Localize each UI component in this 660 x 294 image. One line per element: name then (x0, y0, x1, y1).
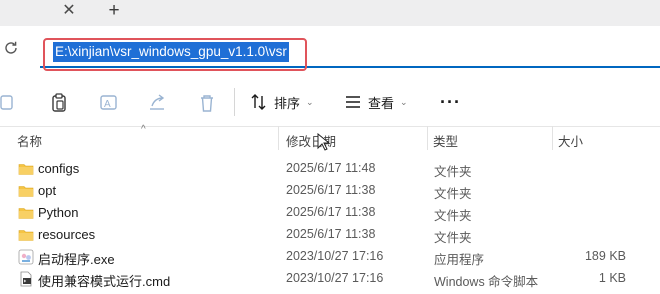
folder-icon (18, 227, 34, 243)
file-row[interactable]: 启动程序.exe 2023/10/27 17:16 应用程序 189 KB (0, 246, 660, 268)
file-type: 文件夹 (434, 187, 472, 201)
view-icon (346, 96, 360, 108)
file-row[interactable]: Python 2025/6/17 11:38 文件夹 (0, 202, 660, 224)
script-icon (18, 271, 34, 287)
header-divider[interactable] (278, 126, 279, 150)
sort-icon (251, 94, 266, 110)
share-icon[interactable] (146, 92, 168, 114)
header-type[interactable]: 类型 (433, 131, 458, 150)
close-icon[interactable]: ✕ (59, 1, 79, 21)
paste-icon[interactable] (48, 92, 70, 114)
folder-icon (18, 161, 34, 177)
mouse-cursor-icon (317, 133, 329, 151)
sort-button[interactable]: 排序 ⌄ (250, 90, 314, 114)
file-row[interactable]: resources 2025/6/17 11:38 文件夹 (0, 224, 660, 246)
file-type: 应用程序 (434, 253, 485, 267)
address-path-text[interactable]: E:\xinjian\vsr_windows_gpu_v1.1.0\vsr (53, 42, 289, 62)
refresh-icon[interactable] (2, 40, 20, 58)
file-date: 2025/6/17 11:38 (286, 183, 376, 197)
file-row[interactable]: 使用兼容模式运行.cmd 2023/10/27 17:16 Windows 命令脚本… (0, 268, 660, 290)
header-divider[interactable] (552, 126, 553, 150)
view-label: 查看 (368, 95, 395, 111)
file-date: 2025/6/17 11:48 (286, 161, 376, 175)
file-size: 189 KB (584, 249, 626, 263)
sort-caret-icon: ^ (141, 124, 146, 135)
app-icon (18, 249, 34, 265)
file-date: 2023/10/27 17:16 (286, 249, 384, 263)
tab-bar: ✕ + (0, 0, 660, 26)
copy-icon[interactable] (0, 92, 20, 114)
folder-icon (18, 205, 34, 221)
header-divider[interactable] (427, 126, 428, 150)
file-name[interactable]: resources (38, 227, 95, 242)
plus-icon[interactable]: + (104, 1, 124, 21)
file-row[interactable]: opt 2025/6/17 11:38 文件夹 (0, 180, 660, 202)
file-name[interactable]: configs (38, 161, 79, 176)
file-name[interactable]: 使用兼容模式运行.cmd (38, 271, 170, 290)
file-row[interactable]: configs 2025/6/17 11:48 文件夹 (0, 158, 660, 180)
header-name[interactable]: 名称 (17, 131, 42, 150)
sort-label: 排序 (274, 95, 301, 111)
file-name[interactable]: 启动程序.exe (38, 249, 115, 268)
header-size[interactable]: 大小 (558, 131, 583, 150)
more-icon[interactable]: ··· (440, 90, 461, 114)
file-date: 2025/6/17 11:38 (286, 205, 376, 219)
file-name[interactable]: opt (38, 183, 56, 198)
chevron-down-icon: ⌄ (306, 96, 314, 107)
folder-icon (18, 183, 34, 199)
svg-text:A: A (104, 99, 111, 110)
file-date: 2025/6/17 11:38 (286, 227, 376, 241)
delete-icon[interactable] (196, 92, 218, 114)
chevron-down-icon: ⌄ (400, 96, 408, 107)
rename-icon[interactable]: A (98, 92, 120, 114)
file-date: 2023/10/27 17:16 (286, 271, 384, 285)
file-type: Windows 命令脚本 (434, 275, 539, 289)
command-bar: A 排序 ⌄ 查看 ⌄ ··· (0, 78, 660, 127)
view-button[interactable]: 查看 ⌄ (344, 90, 408, 114)
file-type: 文件夹 (434, 165, 472, 179)
file-size: 1 KB (598, 271, 626, 285)
file-name[interactable]: Python (38, 205, 78, 220)
toolbar-divider (234, 88, 235, 116)
file-type: 文件夹 (434, 209, 472, 223)
column-header: ^ 名称 修改日期 类型 大小 (0, 124, 660, 150)
file-type: 文件夹 (434, 231, 472, 245)
